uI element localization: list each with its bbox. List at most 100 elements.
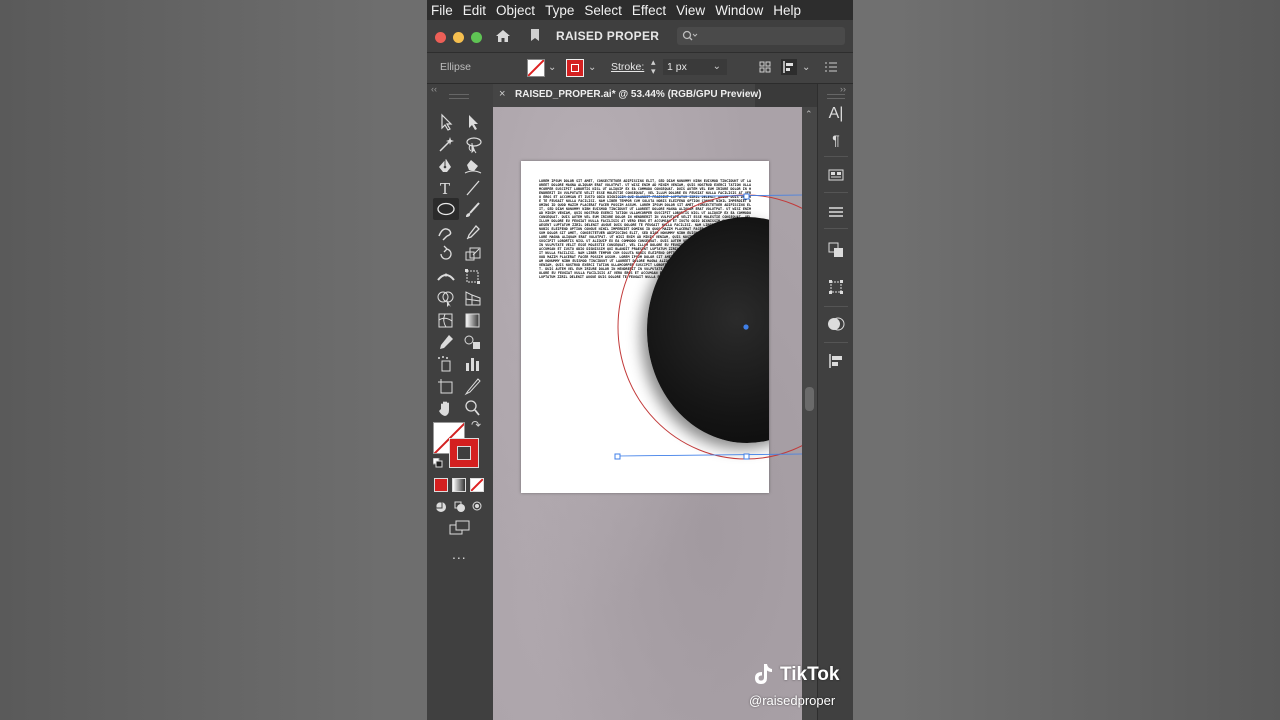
draw-behind-icon[interactable] bbox=[453, 500, 467, 514]
fill-color-swatch[interactable] bbox=[527, 59, 545, 77]
arrange-documents-icon[interactable] bbox=[530, 29, 540, 41]
ellipse-tool-button[interactable] bbox=[433, 198, 459, 220]
stroke-color-swatch[interactable] bbox=[566, 59, 584, 77]
direct-selection-tool-icon[interactable] bbox=[462, 112, 484, 132]
blend-tool-icon[interactable] bbox=[462, 332, 484, 352]
collapse-panel-icon[interactable]: ‹‹ bbox=[431, 84, 437, 94]
expand-panels-icon[interactable]: ›› bbox=[840, 84, 846, 94]
panel-grip[interactable] bbox=[449, 94, 469, 99]
menu-object[interactable]: Object bbox=[492, 3, 541, 18]
line-segment-icon[interactable] bbox=[462, 178, 484, 198]
zoom-window-button[interactable] bbox=[471, 32, 482, 43]
rotate-tool-icon[interactable] bbox=[435, 244, 457, 264]
draw-inside-icon[interactable] bbox=[471, 500, 483, 512]
stroke-label[interactable]: Stroke: bbox=[611, 61, 644, 73]
shaper-tool-icon[interactable] bbox=[435, 222, 457, 242]
lasso-icon[interactable] bbox=[462, 134, 484, 154]
scrollbar-thumb[interactable] bbox=[805, 387, 814, 411]
width-tool-icon[interactable] bbox=[435, 266, 457, 286]
minimize-window-button[interactable] bbox=[453, 32, 464, 43]
handle-bottom-left[interactable] bbox=[614, 453, 621, 460]
free-transform-icon[interactable] bbox=[462, 266, 484, 286]
swap-fill-stroke-icon[interactable]: ↷ bbox=[471, 418, 481, 432]
properties-icon[interactable] bbox=[828, 168, 844, 182]
dock-grip[interactable] bbox=[827, 94, 845, 99]
character-icon[interactable]: A| bbox=[818, 102, 853, 126]
menu-help[interactable]: Help bbox=[769, 3, 807, 18]
selection-overlay bbox=[614, 193, 802, 460]
workspace-name[interactable]: RAISED PROPER bbox=[556, 29, 659, 43]
scroll-up-icon[interactable]: ⌃ bbox=[805, 109, 813, 120]
panel-divider bbox=[824, 306, 848, 307]
align-chevron-icon[interactable]: ⌄ bbox=[802, 62, 810, 73]
menu-file[interactable]: File bbox=[427, 3, 459, 18]
stroke-stepper-icon[interactable]: ▴ ▾ bbox=[651, 58, 656, 76]
magic-wand-icon[interactable] bbox=[435, 134, 457, 154]
fill-chevron-icon[interactable]: ⌄ bbox=[548, 62, 556, 73]
mesh-tool-icon[interactable] bbox=[435, 310, 457, 330]
menu-effect[interactable]: Effect bbox=[628, 3, 672, 18]
tiktok-handle: @raisedproper bbox=[749, 693, 836, 708]
gradient-tool-icon[interactable] bbox=[462, 310, 484, 330]
transform-grid-icon[interactable] bbox=[759, 61, 771, 73]
document-tab-title: RAISED_PROPER.ai* @ 53.44% (RGB/GPU Prev… bbox=[515, 89, 762, 100]
stroke-chevron-icon[interactable]: ⌄ bbox=[588, 62, 596, 73]
column-graph-icon[interactable] bbox=[462, 354, 484, 374]
menu-edit[interactable]: Edit bbox=[459, 3, 492, 18]
menu-bar: File Edit Object Type Select Effect View… bbox=[427, 0, 853, 20]
pathfinder-icon[interactable] bbox=[828, 242, 844, 258]
eyedropper-tool-icon[interactable] bbox=[462, 222, 484, 242]
tiktok-brand: TikTok bbox=[780, 664, 840, 685]
symbol-sprayer-icon[interactable] bbox=[435, 354, 457, 374]
close-tab-icon[interactable]: × bbox=[499, 88, 505, 100]
curvature-tool-icon[interactable] bbox=[462, 156, 484, 176]
artboard-tool-icon[interactable] bbox=[435, 376, 457, 396]
stroke-weight-chevron-icon[interactable]: ⌄ bbox=[713, 59, 721, 75]
align-icon[interactable] bbox=[828, 353, 844, 369]
panel-menu-icon[interactable] bbox=[825, 62, 837, 72]
edit-toolbar-button[interactable]: ... bbox=[452, 546, 467, 562]
close-window-button[interactable] bbox=[435, 32, 446, 43]
handle-bottom-right[interactable] bbox=[743, 453, 750, 460]
paragraph-icon[interactable]: ¶ bbox=[818, 128, 853, 152]
stroke-weight-field[interactable]: 1 px ⌄ bbox=[663, 59, 727, 75]
pen-tool-icon[interactable] bbox=[435, 156, 457, 176]
menu-window[interactable]: Window bbox=[711, 3, 769, 18]
appearance-icon[interactable] bbox=[827, 316, 845, 332]
vertical-scrollbar[interactable]: ⌃ bbox=[802, 107, 817, 720]
screen-mode-icon[interactable] bbox=[449, 520, 471, 536]
zoom-tool-icon[interactable] bbox=[462, 398, 484, 418]
default-fill-stroke-icon[interactable] bbox=[433, 458, 443, 468]
application-bar: RAISED PROPER ⌄ bbox=[427, 20, 853, 53]
layers-icon[interactable] bbox=[828, 206, 844, 218]
document-tab[interactable]: × RAISED_PROPER.ai* @ 53.44% (RGB/GPU Pr… bbox=[493, 84, 762, 107]
search-help-field[interactable] bbox=[677, 27, 845, 45]
handle-top-right[interactable] bbox=[743, 193, 750, 200]
color-mode-button[interactable] bbox=[434, 478, 448, 492]
slice-tool-icon[interactable] bbox=[462, 376, 484, 396]
chevron-down-icon[interactable]: ⌄ bbox=[651, 28, 660, 41]
align-to-icon[interactable] bbox=[781, 59, 797, 75]
paintbrush-icon[interactable] bbox=[462, 200, 484, 220]
gradient-mode-button[interactable] bbox=[452, 478, 466, 492]
bounding-box-top bbox=[617, 194, 802, 198]
menu-view[interactable]: View bbox=[672, 3, 711, 18]
illustrator-window: File Edit Object Type Select Effect View… bbox=[427, 0, 853, 720]
perspective-grid-icon[interactable] bbox=[462, 288, 484, 308]
draw-normal-icon[interactable] bbox=[434, 500, 448, 514]
home-icon[interactable] bbox=[495, 29, 511, 43]
center-point[interactable] bbox=[743, 324, 749, 330]
shape-builder-icon[interactable] bbox=[435, 288, 457, 308]
scale-tool-icon[interactable] bbox=[462, 244, 484, 264]
stroke-swatch[interactable] bbox=[449, 438, 479, 468]
hand-tool-icon[interactable] bbox=[435, 398, 457, 418]
menu-type[interactable]: Type bbox=[541, 3, 580, 18]
type-tool-icon[interactable]: T bbox=[435, 178, 457, 198]
menu-select[interactable]: Select bbox=[580, 3, 628, 18]
transform-icon[interactable] bbox=[828, 279, 844, 295]
selection-tool-icon[interactable] bbox=[435, 112, 457, 132]
canvas-area[interactable]: LOREM IPSUM DOLOR SIT AMET, CONSECTETUER… bbox=[493, 107, 802, 720]
eyedropper-icon[interactable] bbox=[435, 332, 457, 352]
none-mode-button[interactable] bbox=[470, 478, 484, 492]
selected-ellipse-outline[interactable] bbox=[617, 194, 802, 460]
